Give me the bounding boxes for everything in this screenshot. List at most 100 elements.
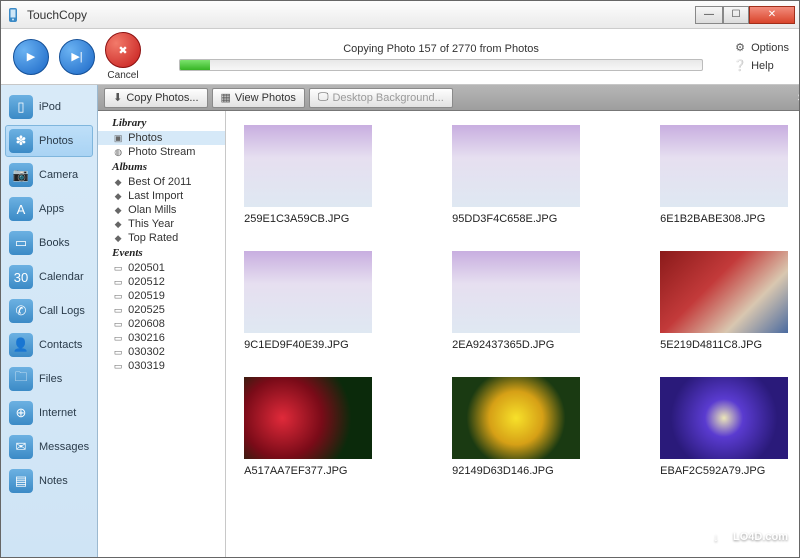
event-icon: ▭ (112, 262, 124, 274)
sidebar-item-label: iPod (39, 101, 61, 113)
tree-item[interactable]: ◆Olan Mills (98, 203, 225, 217)
sidebar-item-label: Internet (39, 407, 76, 419)
tree-item-label: Top Rated (128, 232, 178, 244)
tree-item[interactable]: ▭030302 (98, 345, 225, 359)
internet-icon: ⊕ (9, 401, 33, 425)
help-label: Help (751, 60, 774, 72)
photo-cell[interactable]: 6E1B2BABE308.JPG (660, 125, 799, 225)
photo-cell[interactable]: 2EA92437365D.JPG (452, 251, 612, 351)
maximize-button[interactable]: ☐ (723, 6, 749, 24)
photo-thumbnail[interactable] (660, 377, 788, 459)
photo-thumbnail[interactable] (660, 251, 788, 333)
photo-thumbnail[interactable] (452, 251, 580, 333)
tree-item[interactable]: ◆This Year (98, 217, 225, 231)
play-button[interactable]: ▶ (11, 39, 51, 75)
photo-cell[interactable]: EBAF2C592A79.JPG (660, 377, 799, 477)
photo-cell[interactable]: 92149D63D146.JPG (452, 377, 612, 477)
sidebar-item-internet[interactable]: ⊕ Internet (5, 397, 93, 429)
options-button[interactable]: ⚙ Options (733, 41, 789, 55)
tree-item[interactable]: ◆Last Import (98, 189, 225, 203)
photo-thumbnail[interactable] (452, 125, 580, 207)
tree-item[interactable]: ◍ Photo Stream (98, 145, 225, 159)
photo-cell[interactable]: A517AA7EF377.JPG (244, 377, 404, 477)
titlebar[interactable]: TouchCopy — ☐ ✕ (1, 1, 799, 29)
tree-item[interactable]: ▣Photos (98, 131, 225, 145)
sidebar-item-books[interactable]: ▭Books (5, 227, 93, 259)
globe-icon: ◍ (112, 146, 124, 158)
photo-cell[interactable]: 95DD3F4C658E.JPG (452, 125, 612, 225)
desktop-background-button[interactable]: 🖵 Desktop Background... (309, 88, 453, 108)
watermark-text: LO4D.com (733, 531, 788, 543)
content: ⬇ Copy Photos... ▦ View Photos 🖵 Desktop… (98, 85, 799, 557)
photo-filename: 6E1B2BABE308.JPG (660, 213, 799, 225)
minimize-button[interactable]: — (695, 6, 723, 24)
help-button[interactable]: ❔ Help (733, 59, 774, 73)
photo-thumbnail[interactable] (244, 377, 372, 459)
sidebar-item-notes[interactable]: ▤ Notes (5, 465, 93, 497)
tree-item-label: 030319 (128, 360, 165, 372)
photo-thumbnail[interactable] (244, 251, 372, 333)
photo-filename: 5E219D4811C8.JPG (660, 339, 799, 351)
ipod-icon: ▯ (9, 95, 33, 119)
sidebar-item-ipod[interactable]: ▯ iPod (5, 91, 93, 123)
camera-icon: 📷 (9, 163, 33, 187)
event-icon: ▭ (112, 360, 124, 372)
tree-item[interactable]: ▭020519 (98, 289, 225, 303)
tree-item[interactable]: ▭020512 (98, 275, 225, 289)
tree-group: Events (98, 245, 225, 261)
select-link[interactable]: Select (798, 92, 799, 104)
photo-cell[interactable]: 5E219D4811C8.JPG (660, 251, 799, 351)
sidebar-item-files[interactable]: 🗀Files (5, 363, 93, 395)
sidebar-item-label: Notes (39, 475, 68, 487)
photo-thumbnail[interactable] (452, 377, 580, 459)
photo-cell[interactable]: 9C1ED9F40E39.JPG (244, 251, 404, 351)
sidebar-item-call-logs[interactable]: ✆Call Logs (5, 295, 93, 327)
tree-item[interactable]: ◆Top Rated (98, 231, 225, 245)
photo-thumbnail[interactable] (660, 125, 788, 207)
photo-filename: 95DD3F4C658E.JPG (452, 213, 612, 225)
library-tree[interactable]: Library▣Photos◍Photo StreamAlbums◆Best O… (98, 111, 226, 557)
cancel-label: Cancel (103, 70, 143, 81)
body: ▯ iPod ✽Photos📷CameraAApps▭Books30Calendar… (1, 85, 799, 557)
tree-item[interactable]: ▭020608 (98, 317, 225, 331)
next-button[interactable]: ▶| (57, 39, 97, 75)
tree-item[interactable]: ◆Best Of 2011 (98, 175, 225, 189)
photo-filename: 9C1ED9F40E39.JPG (244, 339, 404, 351)
sidebar-item-apps[interactable]: AApps (5, 193, 93, 225)
view-photos-label: View Photos (235, 92, 296, 104)
books-icon: ▭ (9, 231, 33, 255)
calendar-icon: 30 (9, 265, 33, 289)
tree-group: Library (98, 115, 225, 131)
sidebar-item-calendar[interactable]: 30Calendar (5, 261, 93, 293)
copy-photos-button[interactable]: ⬇ Copy Photos... (104, 88, 207, 108)
window-controls: — ☐ ✕ (695, 6, 795, 24)
copy-photos-label: Copy Photos... (126, 92, 198, 104)
photo-cell[interactable]: 259E1C3A59CB.JPG (244, 125, 404, 225)
tree-item[interactable]: ▭030216 (98, 331, 225, 345)
tree-item[interactable]: ▭020525 (98, 303, 225, 317)
sidebar-item-contacts[interactable]: 👤Contacts (5, 329, 93, 361)
photo-grid[interactable]: 259E1C3A59CB.JPG 95DD3F4C658E.JPG 6E1B2BAB… (226, 111, 799, 557)
sidebar-item-camera[interactable]: 📷Camera (5, 159, 93, 191)
apps-icon: A (9, 197, 33, 221)
photo-filename: 92149D63D146.JPG (452, 465, 612, 477)
view-photos-button[interactable]: ▦ View Photos (212, 88, 305, 108)
tree-item-label: 020525 (128, 304, 165, 316)
gear-icon: ⚙ (733, 41, 747, 55)
download-circle-icon: ↓ (705, 526, 727, 548)
cancel-button[interactable]: ✖ Cancel (103, 32, 143, 81)
album-icon: ◆ (112, 176, 124, 188)
sidebar-item-photos[interactable]: ✽Photos (5, 125, 93, 157)
sidebar-item-messages[interactable]: ✉Messages (5, 431, 93, 463)
tree-item[interactable]: ▭ 030319 (98, 359, 225, 373)
photos-icon: ✽ (9, 129, 33, 153)
tree-item[interactable]: ▭020501 (98, 261, 225, 275)
close-button[interactable]: ✕ (749, 6, 795, 24)
photo-filename: 259E1C3A59CB.JPG (244, 213, 404, 225)
photo-thumbnail[interactable] (244, 125, 372, 207)
tree-item-label: Photo Stream (128, 146, 195, 158)
notes-icon: ▤ (9, 469, 33, 493)
tree-item-label: 030216 (128, 332, 165, 344)
album-icon: ◆ (112, 218, 124, 230)
content-body: Library▣Photos◍Photo StreamAlbums◆Best O… (98, 111, 799, 557)
